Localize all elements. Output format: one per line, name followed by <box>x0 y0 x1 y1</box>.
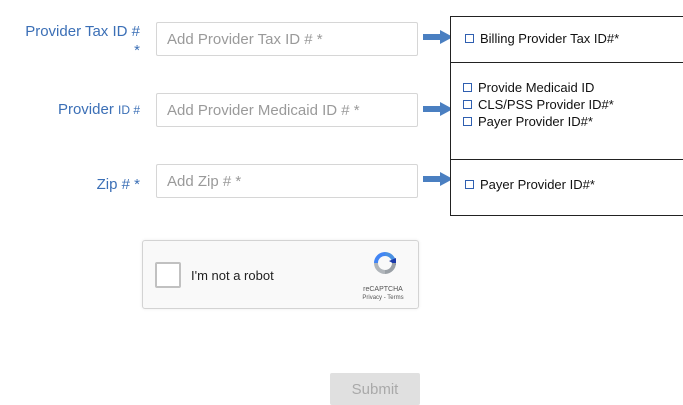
annotation-item: Payer Provider ID#* <box>463 113 683 130</box>
arrow-right-icon <box>423 172 453 186</box>
checkbox-icon <box>465 180 474 189</box>
provider-id-label-main: Provider <box>57 101 114 118</box>
recaptcha-brand: reCAPTCHA <box>363 286 403 293</box>
arrow-right-icon <box>423 102 453 116</box>
tax-id-required-star: * <box>134 42 140 59</box>
recaptcha-checkbox[interactable] <box>155 262 181 288</box>
checkbox-icon <box>465 34 474 43</box>
provider-id-label-small: ID # <box>117 103 140 117</box>
annotation-item: Payer Provider ID#* <box>465 176 683 193</box>
recaptcha-widget: I'm not a robot reCAPTCHA Privacy - Term… <box>142 240 419 309</box>
zip-label-text: Zip # * <box>96 176 140 193</box>
tax-id-input[interactable] <box>156 22 418 56</box>
recaptcha-privacy-terms[interactable]: Privacy - Terms <box>349 295 417 301</box>
zip-label: Zip # * <box>0 175 140 194</box>
tax-id-label-text: Provider Tax ID # <box>25 23 140 40</box>
recaptcha-logo-icon <box>374 252 396 274</box>
provider-id-annotation-box: Provide Medicaid ID CLS/PSS Provider ID#… <box>450 62 683 160</box>
annotation-item: CLS/PSS Provider ID#* <box>463 96 683 113</box>
checkbox-icon <box>463 83 472 92</box>
zip-annotation-box: Payer Provider ID#* <box>450 159 683 216</box>
tax-id-label: Provider Tax ID # * <box>0 22 140 60</box>
arrow-right-icon <box>423 30 453 44</box>
annotation-item: Provide Medicaid ID <box>463 79 683 96</box>
provider-medicaid-id-input[interactable] <box>156 93 418 127</box>
recaptcha-label: I'm not a robot <box>191 268 274 283</box>
provider-id-label: Provider ID # <box>0 100 140 120</box>
zip-input[interactable] <box>156 164 418 198</box>
annotation-item: Billing Provider Tax ID#* <box>465 30 683 47</box>
tax-id-annotation-box: Billing Provider Tax ID#* <box>450 16 683 63</box>
checkbox-icon <box>463 117 472 126</box>
submit-button[interactable]: Submit <box>330 373 420 405</box>
checkbox-icon <box>463 100 472 109</box>
